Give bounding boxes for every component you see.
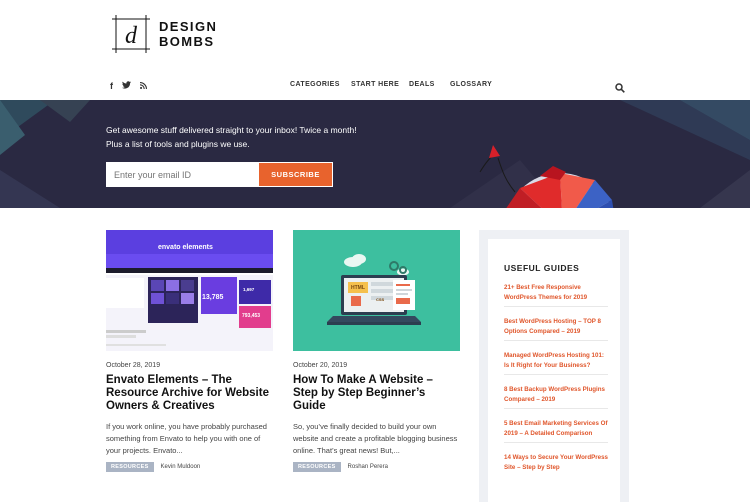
nav-glossary[interactable]: GLOSSARY <box>450 81 492 88</box>
logo-letter: d <box>125 23 138 49</box>
envato-brand-text: envato elements <box>158 244 213 251</box>
post-author[interactable]: Kevin Muldoon <box>161 464 201 470</box>
newsletter-banner: Get awesome stuff delivered straight to … <box>0 100 750 208</box>
post-excerpt: So, you’ve finally decided to build your… <box>293 422 458 455</box>
stat-number: 793,453 <box>242 313 261 319</box>
logo-mark-icon: d <box>112 15 150 53</box>
search-icon[interactable] <box>615 80 625 93</box>
banner-background-art <box>0 100 750 208</box>
logo-line1: DESIGN <box>159 19 218 34</box>
logo-line2: BOMBS <box>159 34 215 49</box>
post-thumbnail[interactable]: envato elements 13,785 1,697 793,453 <box>106 230 273 351</box>
facebook-icon[interactable]: f <box>110 81 113 91</box>
css-label: CSS <box>376 297 385 302</box>
site-header: d DESIGN BOMBS f CATEGORIES START HERE D… <box>0 0 750 100</box>
social-links: f <box>110 81 147 91</box>
stat-number: 13,785 <box>202 294 224 301</box>
sidebar-title: USEFUL GUIDES <box>504 263 580 273</box>
nav-deals[interactable]: DEALS <box>409 81 435 88</box>
nav-start-here[interactable]: START HERE <box>351 81 399 88</box>
post-date: October 20, 2019 <box>293 362 348 369</box>
guide-divider <box>504 340 608 341</box>
post-excerpt: If you work online, you have probably pu… <box>106 422 267 455</box>
nav-categories[interactable]: CATEGORIES <box>290 81 340 88</box>
twitter-icon[interactable] <box>122 81 131 91</box>
guides-panel: USEFUL GUIDES 21+ Best Free Responsive W… <box>488 239 620 502</box>
guide-link[interactable]: Best WordPress Hosting – TOP 8 Options C… <box>504 317 608 337</box>
useful-guides-sidebar: USEFUL GUIDES 21+ Best Free Responsive W… <box>479 230 629 502</box>
subscribe-button[interactable]: SUBSCRIBE <box>258 162 333 187</box>
post-thumbnail[interactable]: HTML CSS <box>293 230 460 351</box>
post-title[interactable]: Envato Elements – The Resource Archive f… <box>106 374 273 413</box>
guide-divider <box>504 374 608 375</box>
post-title[interactable]: How To Make A Website – Step by Step Beg… <box>293 374 460 413</box>
email-field[interactable] <box>107 163 257 186</box>
pitch-line1: Get awesome stuff delivered straight to … <box>106 125 357 135</box>
stat-number: 1,697 <box>243 287 255 292</box>
html-label: HTML <box>351 285 365 291</box>
post-card: HTML CSS October 20, 2019 How To Make A … <box>293 230 460 472</box>
guide-link[interactable]: 8 Best Backup WordPress Plugins Compared… <box>504 385 608 405</box>
guide-divider <box>504 442 608 443</box>
email-field-wrapper <box>106 162 258 187</box>
category-badge[interactable]: RESOURCES <box>106 462 154 472</box>
guide-link[interactable]: 5 Best Email Marketing Services Of 2019 … <box>504 419 608 439</box>
post-card: envato elements 13,785 1,697 793,453 Oct… <box>106 230 273 472</box>
post-meta: RESOURCES Kevin Muldoon <box>106 462 273 472</box>
pitch-line2: Plus a list of tools and plugins we use. <box>106 139 250 149</box>
post-date: October 28, 2019 <box>106 362 161 369</box>
guide-divider <box>504 306 608 307</box>
newsletter-pitch: Get awesome stuff delivered straight to … <box>106 123 357 151</box>
category-badge[interactable]: RESOURCES <box>293 462 341 472</box>
site-logo[interactable]: d DESIGN BOMBS <box>112 15 217 53</box>
rss-icon[interactable] <box>139 81 147 91</box>
logo-wordmark: DESIGN BOMBS <box>159 19 217 49</box>
guide-divider <box>504 408 608 409</box>
post-meta: RESOURCES Roshan Perera <box>293 462 460 472</box>
guide-link[interactable]: 21+ Best Free Responsive WordPress Theme… <box>504 283 608 303</box>
post-author[interactable]: Roshan Perera <box>348 464 388 470</box>
guide-link[interactable]: 14 Ways to Secure Your WordPress Site – … <box>504 453 608 473</box>
guide-link[interactable]: Managed WordPress Hosting 101: Is It Rig… <box>504 351 608 371</box>
